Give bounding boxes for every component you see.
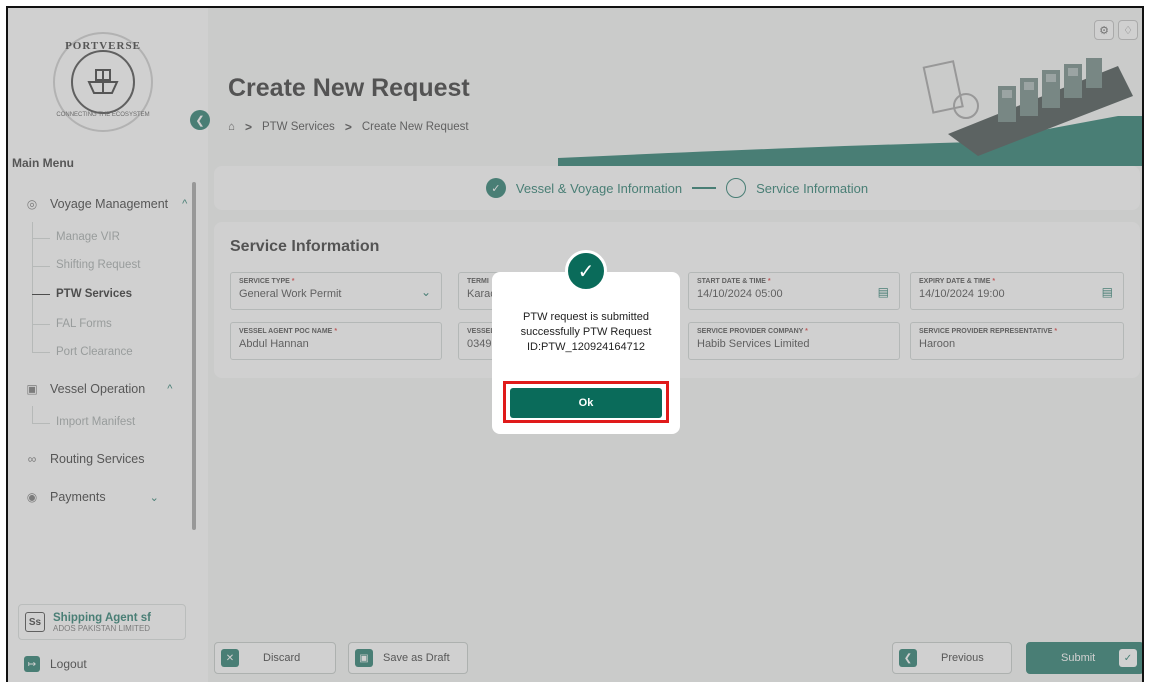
success-dialog: ✓ PTW request is submitted successfully … <box>492 250 680 434</box>
message-line: PTW request is submitted <box>523 311 649 323</box>
request-id: ID:PTW_120924164712 <box>526 341 646 353</box>
success-check-icon: ✓ <box>565 250 607 292</box>
ok-button[interactable]: Ok <box>510 388 662 418</box>
success-message: PTW request is submitted successfully PT… <box>502 310 670 355</box>
app-window: PORTVERSE CONNECTING THE ECOSYSTEM ❮ Mai… <box>6 6 1144 682</box>
message-line: successfully PTW Request <box>520 326 652 338</box>
